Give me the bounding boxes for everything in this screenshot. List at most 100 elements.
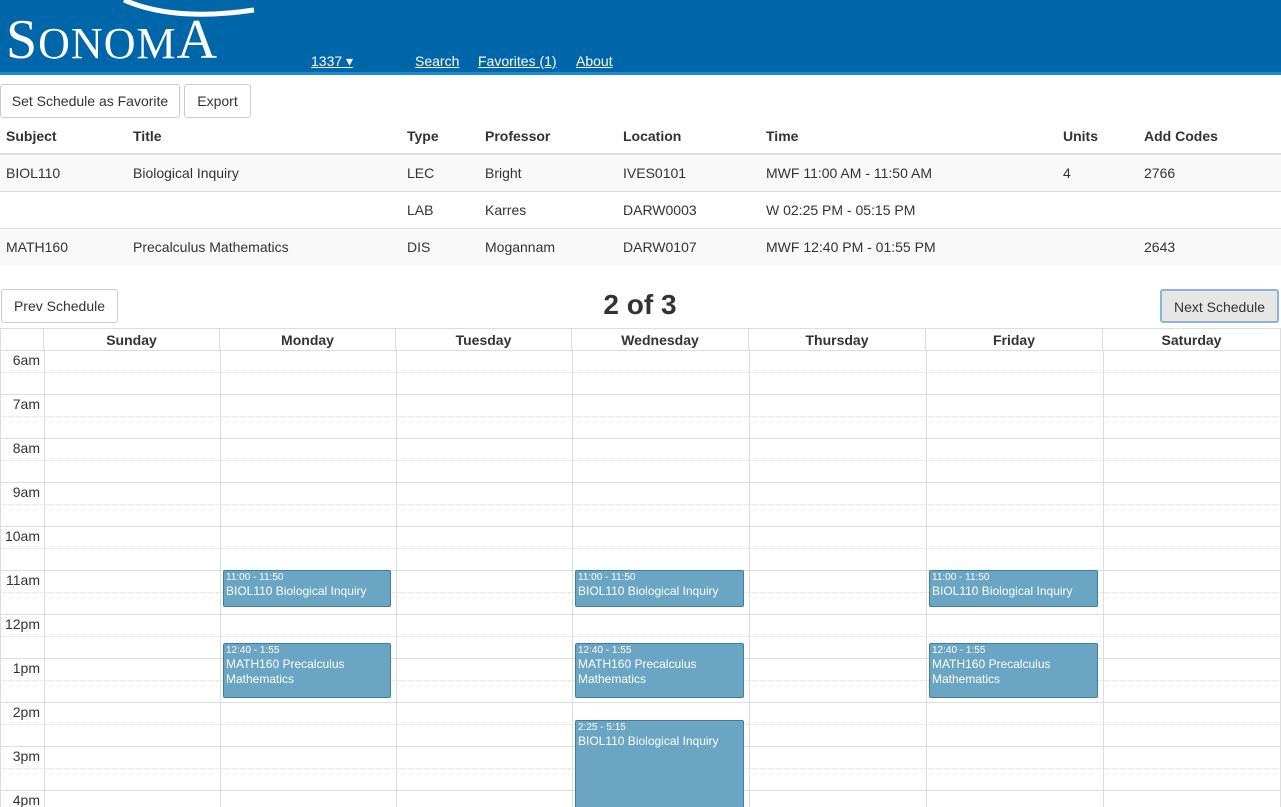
col-add-codes: Add Codes xyxy=(1138,118,1281,155)
hour-label: 4pm xyxy=(12,792,40,807)
hour-label: 11am xyxy=(6,572,40,588)
event-time: 12:40 - 1:55 xyxy=(578,645,632,657)
term-dropdown[interactable]: 1337 ▾ xyxy=(311,53,353,70)
table-header-row: Subject Title Type Professor Location Ti… xyxy=(0,118,1281,155)
logo-letter-s: S xyxy=(6,9,39,71)
cell-professor: Karres xyxy=(479,190,617,228)
event-title: BIOL110 Biological Inquiry xyxy=(578,734,719,749)
prev-schedule-button[interactable]: Prev Schedule xyxy=(1,289,118,323)
calendar-event[interactable]: 12:40 - 1:55 MATH160 Precalculus Mathemat… xyxy=(575,643,744,699)
cell-add-code xyxy=(1138,190,1281,228)
event-time: 12:40 - 1:55 xyxy=(226,645,280,657)
hour-label: 8am xyxy=(12,440,40,456)
event-title: BIOL110 Biological Inquiry xyxy=(226,584,367,598)
cell-units: 4 xyxy=(1057,153,1138,191)
calendar-event[interactable]: 12:40 - 1:55 MATH160 Precalculus Mathemat… xyxy=(929,643,1098,699)
col-professor: Professor xyxy=(479,118,617,155)
cell-type: LAB xyxy=(401,190,479,228)
cell-location: DARW0003 xyxy=(617,190,760,228)
hour-label: 7am xyxy=(12,396,40,412)
hour-label: 9am xyxy=(12,484,40,500)
day-column-divider xyxy=(44,350,45,807)
nav-search-link[interactable]: Search xyxy=(415,53,459,69)
nav-favorites-link[interactable]: Favorites (1) xyxy=(478,53,557,69)
day-column-divider xyxy=(220,350,221,807)
day-column-divider xyxy=(572,350,573,807)
hour-label: 2pm xyxy=(12,704,40,720)
hour-label: 3pm xyxy=(12,748,40,764)
cell-type: LEC xyxy=(401,153,479,191)
col-title: Title xyxy=(127,118,401,155)
cell-subject: BIOL110 xyxy=(0,153,127,191)
cell-units xyxy=(1057,190,1138,228)
cell-units xyxy=(1057,227,1138,265)
hour-label: 1pm xyxy=(12,660,40,676)
calendar-event[interactable]: 12:40 - 1:55 MATH160 Precalculus Mathemat… xyxy=(223,643,391,699)
table-row: LAB Karres DARW0003 W 02:25 PM - 05:15 P… xyxy=(0,190,1281,228)
logo-letters: ONOM xyxy=(38,19,177,68)
cell-time: W 02:25 PM - 05:15 PM xyxy=(760,190,1057,228)
day-header-thursday: Thursday xyxy=(749,328,926,350)
cell-add-code: 2766 xyxy=(1138,153,1281,191)
calendar-event[interactable]: 2:25 - 5:15 BIOL110 Biological Inquiry xyxy=(575,720,744,807)
cell-time: MWF 12:40 PM - 01:55 PM xyxy=(760,227,1057,265)
hour-gridline xyxy=(0,614,1281,615)
day-header-tuesday: Tuesday xyxy=(396,328,572,350)
day-header-friday: Friday xyxy=(926,328,1103,350)
calendar-event[interactable]: 11:00 - 11:50 BIOL110 Biological Inquiry xyxy=(575,570,744,607)
hour-gridline xyxy=(0,482,1281,483)
day-column-divider xyxy=(396,350,397,807)
weekly-calendar: Sunday Monday Tuesday Wednesday Thursday Frid… xyxy=(0,328,1281,807)
cell-subject: MATH160 xyxy=(0,227,127,265)
hour-gridline xyxy=(0,350,1281,351)
nav-about-link[interactable]: About xyxy=(576,53,613,69)
col-time: Time xyxy=(760,118,1057,155)
event-time: 12:40 - 1:55 xyxy=(932,645,986,657)
cell-professor: Bright xyxy=(479,153,617,191)
half-hour-gridline xyxy=(0,548,1281,549)
cell-title: Biological Inquiry xyxy=(127,153,401,191)
col-units: Units xyxy=(1057,118,1138,155)
col-subject: Subject xyxy=(0,118,127,155)
top-header: SONOMA 1337 ▾ Search Favorites (1) About xyxy=(0,0,1281,75)
export-button[interactable]: Export xyxy=(184,84,251,118)
col-type: Type xyxy=(401,118,479,155)
cell-title xyxy=(127,190,401,228)
event-title: MATH160 Precalculus Mathematics xyxy=(578,657,697,687)
cell-location: DARW0107 xyxy=(617,227,760,265)
event-time: 2:25 - 5:15 xyxy=(578,722,626,734)
event-title: BIOL110 Biological Inquiry xyxy=(932,584,1073,598)
next-schedule-button[interactable]: Next Schedule xyxy=(1160,289,1279,323)
set-favorite-button[interactable]: Set Schedule as Favorite xyxy=(0,84,180,118)
half-hour-gridline xyxy=(0,504,1281,505)
event-time: 11:00 - 11:50 xyxy=(226,572,284,583)
sonoma-logo[interactable]: SONOMA xyxy=(4,0,284,70)
day-header-saturday: Saturday xyxy=(1103,328,1281,350)
hour-gridline xyxy=(0,702,1281,703)
cell-subject xyxy=(0,190,127,228)
half-hour-gridline xyxy=(0,416,1281,417)
event-time: 11:00 - 11:50 xyxy=(932,572,990,583)
logo-letter-a: A xyxy=(176,9,219,71)
logo-wordmark: SONOMA xyxy=(6,10,218,74)
calendar-event[interactable]: 11:00 - 11:50 BIOL110 Biological Inquiry xyxy=(929,570,1098,607)
day-column-divider xyxy=(749,350,750,807)
half-hour-gridline xyxy=(0,372,1281,373)
hour-gridline xyxy=(0,526,1281,527)
event-time: 11:00 - 11:50 xyxy=(578,572,636,583)
cell-title: Precalculus Mathematics xyxy=(127,227,401,265)
cell-location: IVES0101 xyxy=(617,153,760,191)
cell-professor: Mogannam xyxy=(479,227,617,265)
event-title: MATH160 Precalculus Mathematics xyxy=(932,657,1051,687)
event-title: BIOL110 Biological Inquiry xyxy=(578,584,719,598)
calendar-event[interactable]: 11:00 - 11:50 BIOL110 Biological Inquiry xyxy=(223,570,391,607)
schedule-page-indicator: 2 of 3 xyxy=(603,289,677,320)
event-title: MATH160 Precalculus Mathematics xyxy=(226,657,345,687)
day-column-divider xyxy=(1103,350,1104,807)
cell-type: DIS xyxy=(401,227,479,265)
day-column-divider xyxy=(0,350,1,807)
cell-time: MWF 11:00 AM - 11:50 AM xyxy=(760,153,1057,191)
course-table: Subject Title Type Professor Location Ti… xyxy=(0,118,1281,265)
day-header-wednesday: Wednesday xyxy=(572,328,749,350)
half-hour-gridline xyxy=(0,636,1281,637)
